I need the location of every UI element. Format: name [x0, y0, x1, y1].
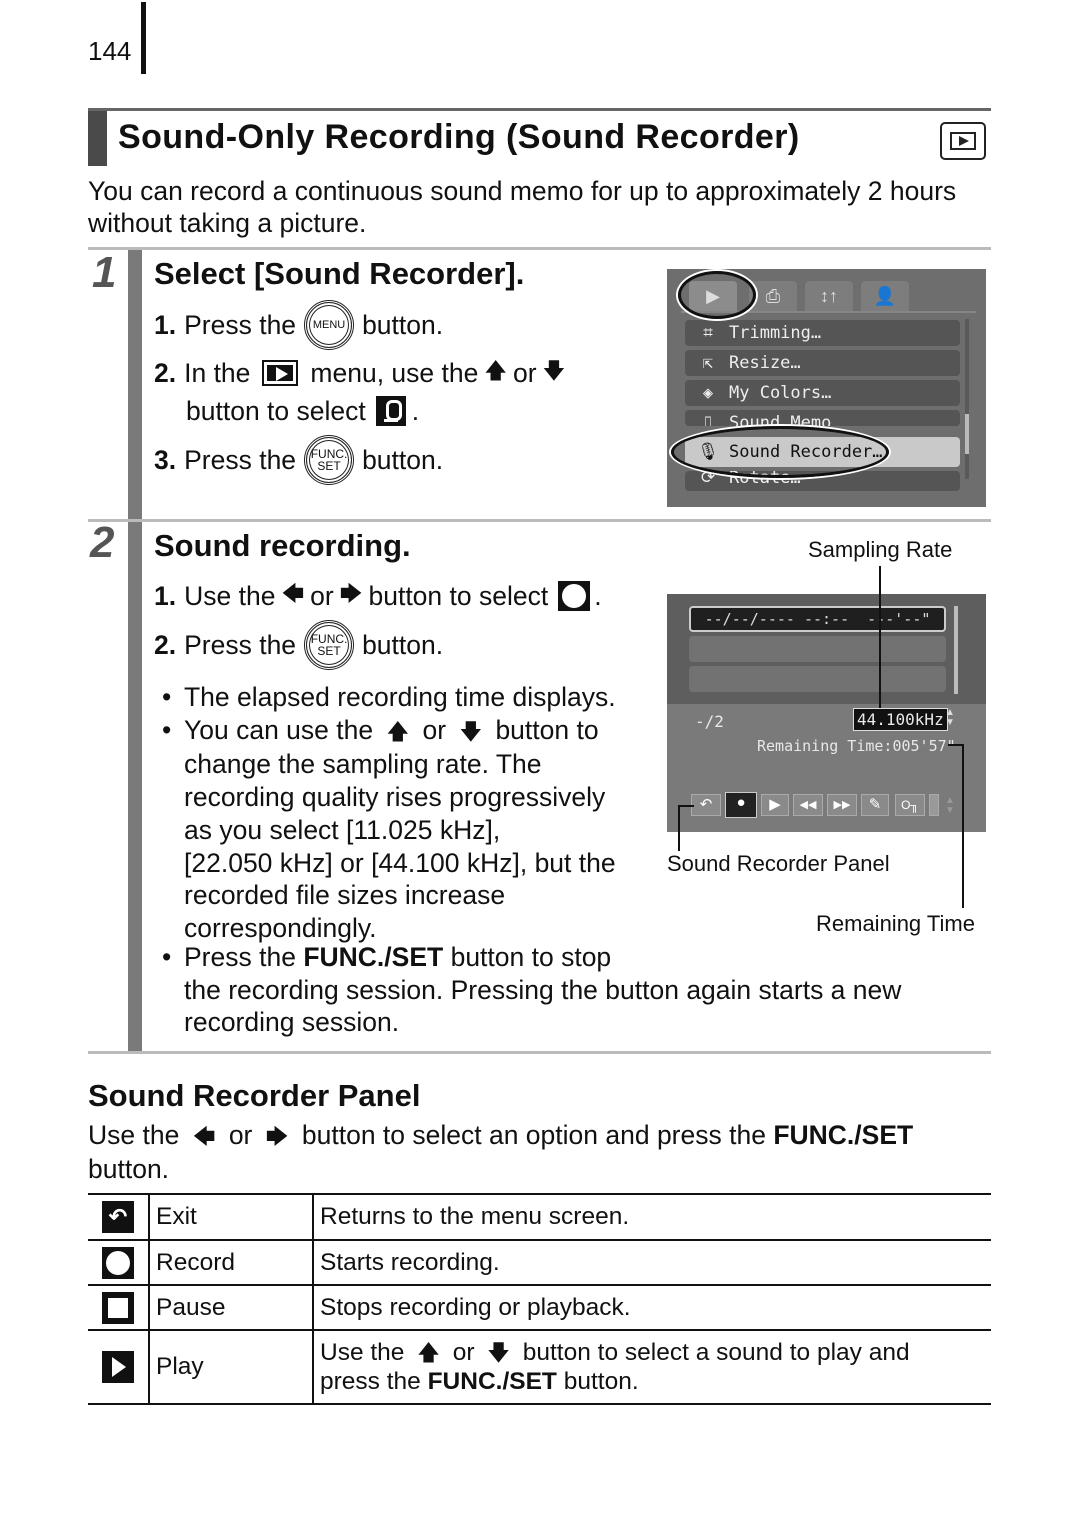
func-set-button-icon: FUNC. SET [304, 435, 355, 485]
page-number-divider [141, 2, 146, 74]
sound-memo-icon: ⎍ [702, 413, 714, 426]
step1-item-2: 2. In the menu, use the 🡅 or 🡇 [154, 356, 571, 390]
panel-section-intro: Use the 🡄 or 🡆 button to select an optio… [88, 1120, 914, 1184]
protect-control-icon: O╖ [895, 794, 925, 816]
resize-icon: ⇱ [702, 353, 714, 373]
setup-tab-icon: ↕↑ [805, 281, 853, 311]
step1-side-bar [128, 250, 142, 520]
step1-item-1: 1. Press the MENU button. [154, 300, 443, 350]
microphone-icon [375, 396, 406, 426]
left-arrow-icon: 🡄 [192, 1124, 216, 1149]
step2-bottom-rule [88, 1051, 991, 1054]
remaining-time: Remaining Time:005'57" [757, 737, 956, 755]
recording-count: -/2 [695, 712, 724, 731]
camera-menu-screen: ▶ ⎙ ↕↑ 👤 ⌗ Trimming… ⇱ Resize… ◈ My Colors…… [667, 269, 986, 507]
panel-options-table: ↶ Exit Returns to the menu screen. Recor… [88, 1193, 991, 1405]
bullet-elapsed: • The elapsed recording time displays. [162, 682, 616, 712]
highlight-oval-tab [678, 271, 756, 319]
highlight-oval-item [671, 426, 889, 478]
record-icon [102, 1246, 134, 1279]
my-colors-icon: ◈ [702, 383, 714, 403]
my-camera-tab-icon: 👤 [861, 281, 909, 311]
up-arrow-icon: 🡅 [417, 1340, 440, 1365]
sound-recorder-screen: --/--/---- --:-- ---'--" -/2 44.100kHz ▲… [667, 594, 986, 832]
play-control-icon: ▶ [761, 794, 789, 816]
step1-heading: Select [Sound Recorder]. [154, 256, 525, 291]
print-tab-icon: ⎙ [749, 281, 797, 311]
callout-sampling-rate: Sampling Rate [808, 537, 953, 562]
title-accent-block [88, 111, 107, 166]
right-arrow-icon: 🡆 [265, 1124, 289, 1149]
callout-line-panel [678, 805, 680, 851]
bullet-stop: • Press the FUNC./SET button to stop the… [162, 942, 902, 1038]
title-rule [88, 108, 991, 111]
page-title: Sound-Only Recording (Sound Recorder) [118, 118, 800, 156]
play-icon [102, 1351, 134, 1383]
intro-text: You can record a continuous sound memo f… [88, 176, 957, 238]
step2-item-2: 2. Press the FUNC. SET button. [154, 619, 443, 671]
left-arrow-icon: 🡄 [281, 581, 305, 606]
func-set-button-icon: FUNC. SET [304, 620, 355, 670]
menu-item-resize: ⇱ Resize… [685, 350, 960, 376]
callout-panel: Sound Recorder Panel [667, 851, 890, 876]
step1-number: 1 [92, 248, 117, 297]
recording-list-row: --/--/---- --:-- ---'--" [689, 606, 946, 632]
trimming-icon: ⌗ [703, 323, 713, 343]
step2-top-rule [88, 519, 991, 522]
callout-line-remaining [962, 744, 964, 908]
step2-item-1: 1. Use the 🡄 or 🡆 button to select . [154, 579, 602, 613]
bullet-sampling: • You can use the 🡅 or 🡇 button to chang… [162, 714, 616, 943]
right-arrow-icon: 🡆 [339, 581, 363, 606]
step2-number: 2 [90, 518, 115, 567]
rewind-control-icon: ◀◀ [793, 794, 823, 816]
step1-item-3: 3. Press the FUNC. SET button. [154, 434, 443, 486]
playback-mode-icon [940, 122, 986, 160]
erase-control-icon: ✎ [861, 794, 889, 816]
record-icon [558, 581, 591, 611]
recording-list-row-empty [689, 666, 946, 692]
callout-line-panel-h [678, 805, 694, 807]
step1-top-rule [88, 247, 991, 250]
list-scrollbar [954, 606, 958, 694]
menu-scrollbar [965, 319, 969, 479]
step2-bullets: • The elapsed recording time displays. • … [162, 681, 662, 945]
down-arrow-icon: 🡇 [487, 1340, 510, 1365]
callout-remaining: Remaining Time [816, 911, 975, 936]
step2-side-bar [128, 522, 142, 1052]
table-row: Play Use the 🡅 or 🡇 button to select a s… [88, 1330, 991, 1404]
up-arrow-icon: 🡅 [386, 718, 410, 744]
menu-scrollbar-thumb [965, 414, 969, 454]
playback-menu-icon [262, 360, 299, 386]
down-arrow-icon: 🡇 [542, 358, 566, 383]
table-row: Record Starts recording. [88, 1240, 991, 1285]
menu-item-trimming: ⌗ Trimming… [685, 320, 960, 346]
record-control-icon: ● [725, 792, 757, 818]
panel-section-heading: Sound Recorder Panel [88, 1078, 421, 1113]
exit-control-icon: ↶ [691, 794, 721, 816]
step2-heading: Sound recording. [154, 528, 411, 563]
menu-button-icon: MENU [304, 300, 355, 350]
volume-arrows-icon: ▲ ▼ [945, 795, 955, 816]
pause-icon [102, 1291, 134, 1324]
exit-icon: ↶ [102, 1201, 134, 1233]
page-number: 144 [88, 36, 132, 66]
down-arrow-icon: 🡇 [459, 718, 483, 744]
step1-item-2-cont: button to select . [186, 395, 420, 426]
table-row: Pause Stops recording or playback. [88, 1285, 991, 1330]
fast-forward-control-icon: ▶▶ [827, 794, 857, 816]
callout-line-sampling [879, 566, 881, 708]
up-down-arrows-icon: ▲ ▼ [945, 707, 955, 728]
sampling-rate-value: 44.100kHz [853, 708, 948, 731]
volume-level-icon [929, 794, 939, 816]
table-row: ↶ Exit Returns to the menu screen. [88, 1194, 991, 1240]
up-arrow-icon: 🡅 [484, 358, 507, 383]
menu-item-my-colors: ◈ My Colors… [685, 380, 960, 406]
callout-line-remaining-h [948, 744, 964, 746]
menu-item-sound-memo: ⎍ Sound Memo [685, 410, 960, 426]
recording-list-row-empty [689, 636, 946, 662]
